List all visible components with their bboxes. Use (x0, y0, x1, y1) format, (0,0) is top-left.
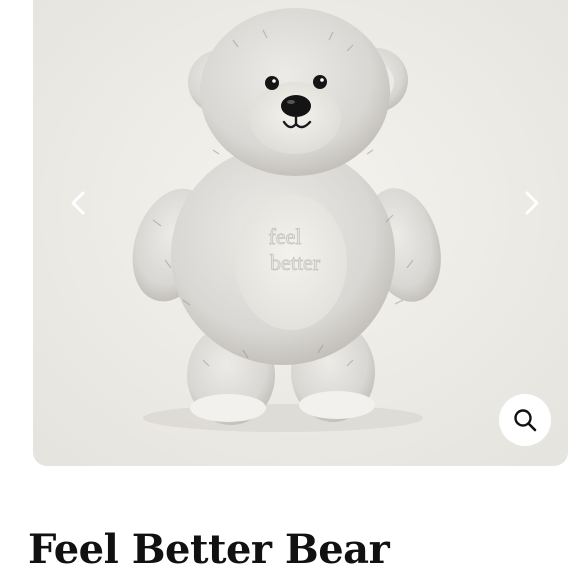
gallery-prev-button[interactable] (64, 186, 94, 220)
chevron-left-icon (71, 191, 85, 215)
product-title: Feel Better Bear (28, 526, 390, 573)
product-photo: feel better (33, 0, 568, 466)
product-page: feel better Feel Better Bear (0, 0, 580, 580)
belly-embroidery-line2: better (270, 250, 321, 275)
gallery-next-button[interactable] (516, 186, 546, 220)
chevron-right-icon (525, 191, 539, 215)
product-image-gallery[interactable]: feel better (33, 0, 568, 466)
magnifier-icon (514, 409, 537, 432)
belly-embroidery-line1: feel (269, 224, 302, 249)
zoom-button[interactable] (499, 394, 551, 446)
